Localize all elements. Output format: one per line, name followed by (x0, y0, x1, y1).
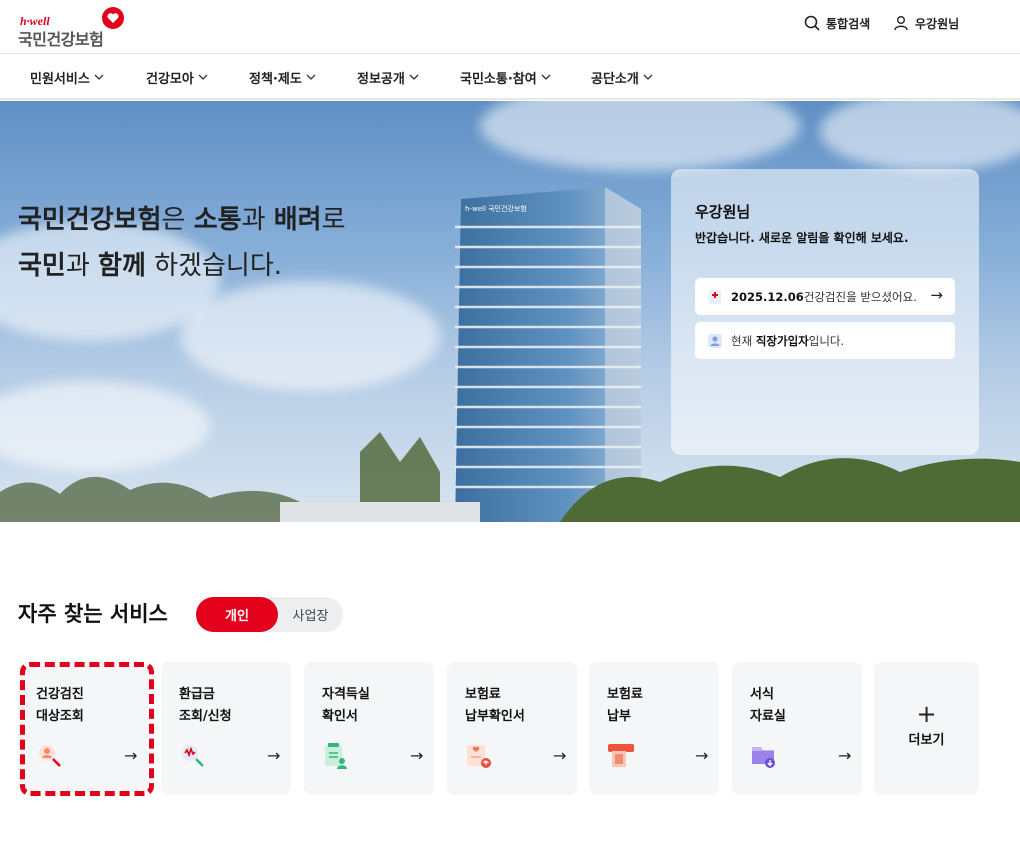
nav-item-civil-service[interactable]: 민원서비스 (30, 54, 104, 100)
nav-item-about[interactable]: 공단소개 (591, 54, 653, 100)
refund-search-icon (182, 745, 204, 767)
chevron-down-icon (94, 74, 104, 80)
nav-item-information[interactable]: 정보공개 (357, 54, 419, 100)
logo-name: 국민건강보험 (18, 30, 104, 49)
building-sign: h-well 국민건강보험 (465, 204, 527, 213)
service-card-checkup-target[interactable]: 건강검진 대상조회 → (18, 662, 148, 795)
checkup-text: 2025.12.06건강검진을 받으셨어요. (731, 289, 917, 304)
qualification-doc-icon (325, 743, 347, 769)
tab-business[interactable]: 사업장 (278, 597, 343, 632)
top-bar: h·well 국민건강보험 통합검색 우강원님 (0, 0, 1020, 54)
chevron-down-icon (409, 74, 419, 80)
arrow-right-icon: → (930, 286, 943, 304)
arrow-right-icon: → (838, 746, 852, 765)
search-icon (804, 15, 820, 31)
plus-icon: + (916, 700, 937, 728)
membership-text: 현재 직장가입자입니다. (731, 333, 845, 348)
hero-slogan: 국민건강보험은 소통과 배려로 국민과 함께 하겠습니다. (18, 205, 346, 281)
arrow-right-icon: → (267, 746, 281, 765)
payment-confirm-icon (467, 745, 491, 768)
service-more-button[interactable]: + 더보기 (874, 662, 979, 795)
notification-panel: 우강원님 반갑습니다. 새로운 알림을 확인해 보세요. 2025.12.06건… (671, 169, 979, 455)
tab-personal[interactable]: 개인 (196, 597, 278, 632)
user-icon (894, 16, 908, 31)
member-icon (708, 333, 722, 348)
notice-greeting: 반갑습니다. 새로운 알림을 확인해 보세요. (695, 231, 909, 245)
arrow-right-icon: → (124, 746, 138, 765)
payment-icon (608, 744, 634, 767)
cloud (820, 101, 1020, 171)
checkup-search-icon (39, 745, 61, 767)
checkup-notice-row[interactable]: 2025.12.06건강검진을 받으셨어요. → (695, 278, 955, 315)
user-label: 우강원님 (915, 16, 960, 31)
nav-item-participation[interactable]: 국민소통·참여 (460, 54, 551, 100)
site-logo[interactable]: h·well 국민건강보험 (18, 6, 128, 49)
service-type-toggle: 개인 사업장 (196, 597, 343, 632)
service-card-qualification[interactable]: 자격득실 확인서 → (304, 662, 434, 795)
chevron-down-icon (306, 74, 316, 80)
frequent-services-title: 자주 찾는 서비스 (18, 602, 168, 626)
service-card-refund[interactable]: 환급금 조회/신청 → (161, 662, 291, 795)
chevron-down-icon (643, 74, 653, 80)
medical-record-icon (709, 289, 721, 304)
cloud (480, 101, 800, 171)
nav-item-health-moa[interactable]: 건강모아 (146, 54, 208, 100)
hero-banner: 국민건강보험은 소통과 배려로 국민과 함께 하겠습니다. h-well 국민건… (0, 101, 1020, 522)
main-nav: 민원서비스 건강모아 정책·제도 정보공개 국민소통·참여 공단소개 (0, 54, 1020, 100)
service-card-payment-confirm[interactable]: 보험료 납부확인서 → (447, 662, 577, 795)
forms-folder-icon (752, 747, 775, 768)
arrow-right-icon: → (695, 746, 709, 765)
service-card-forms[interactable]: 서식 자료실 → (732, 662, 862, 795)
chevron-down-icon (541, 74, 551, 80)
arrow-right-icon: → (553, 746, 567, 765)
user-menu-button[interactable]: 우강원님 (893, 12, 959, 34)
cloud (180, 281, 440, 391)
arrow-right-icon: → (410, 746, 424, 765)
membership-notice-row: 현재 직장가입자입니다. (695, 322, 955, 359)
notice-user-name: 우강원님 (695, 203, 751, 221)
service-card-payment[interactable]: 보험료 납부 → (589, 662, 719, 795)
integrated-search-button[interactable]: 통합검색 (804, 12, 870, 34)
heart-logo-icon (102, 7, 124, 29)
nav-item-policy[interactable]: 정책·제도 (249, 54, 316, 100)
chevron-down-icon (198, 74, 208, 80)
search-label: 통합검색 (826, 16, 871, 31)
